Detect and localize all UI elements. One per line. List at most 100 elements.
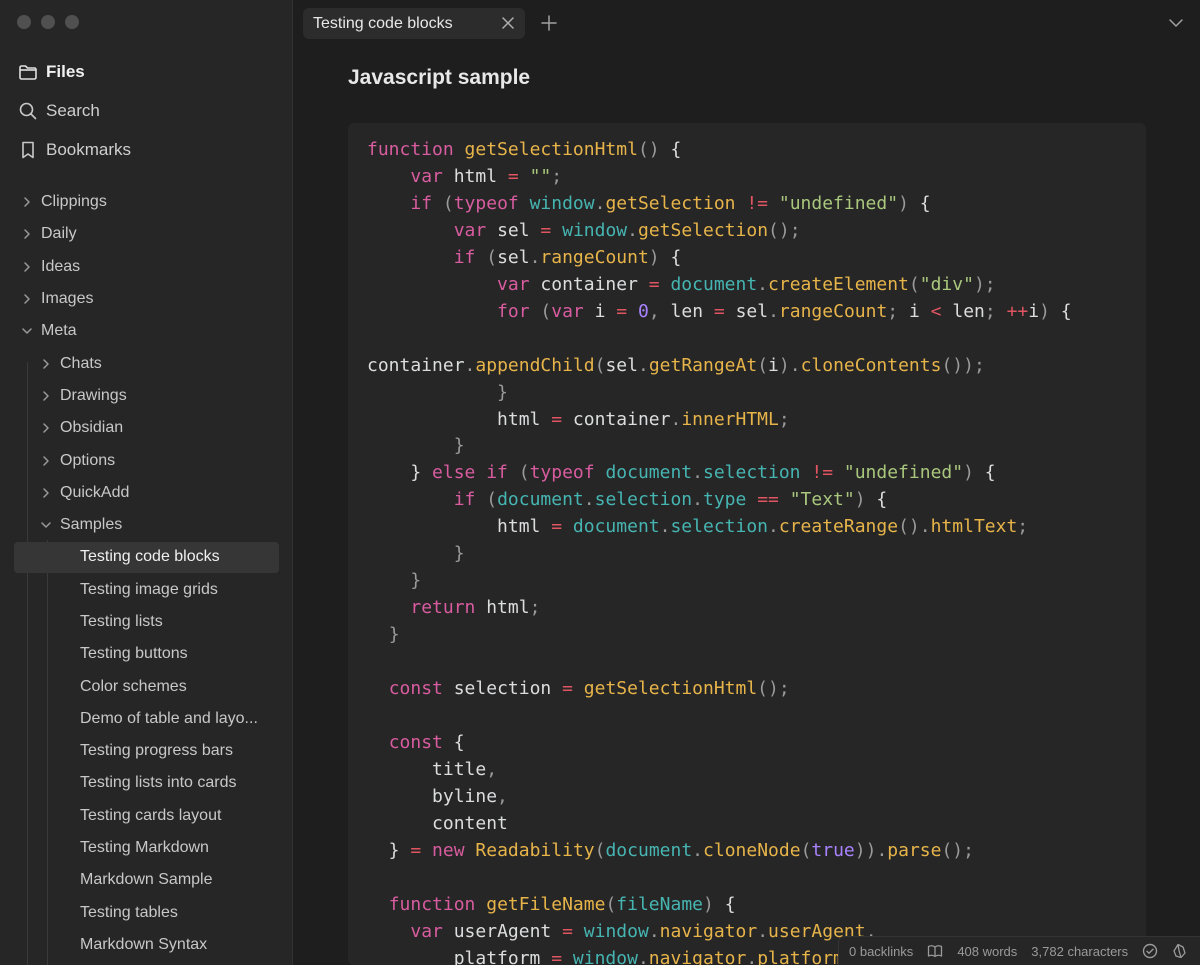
code-token: document [605,839,693,861]
tree-folder-daily[interactable]: Daily [0,218,292,250]
code-token: . [692,489,703,511]
chevron-right-icon [38,420,54,436]
tree-file-testing-markdown[interactable]: Testing Markdown [0,832,292,864]
obsidian-logo-icon[interactable] [1172,943,1188,959]
tree-folder-drawings[interactable]: Drawings [0,380,292,412]
code-token: function [388,893,487,915]
chevron-right-icon [38,485,54,501]
tree-folder-meta[interactable]: Meta [0,315,292,347]
code-token: createElement [768,273,909,295]
code-token: for [497,300,541,322]
status-bar: 0 backlinks 408 words 3,782 characters [838,936,1200,965]
nav-files[interactable]: Files [0,52,292,91]
tree-file-markdown-sample[interactable]: Markdown Sample [0,864,292,896]
code-token: container [572,408,671,430]
code-token: . [768,300,779,322]
code-token: sel [497,219,541,241]
code-token: } [367,839,411,861]
code-line: function getFileName(fileName) { [367,892,1072,919]
tree-file-testing-lists-into-cards[interactable]: Testing lists into cards [0,767,292,799]
tree-item-label: Meta [41,322,77,340]
code-token: cloneNode [703,839,801,861]
code-token: . [659,516,671,538]
tree-item-label: Clippings [41,193,107,211]
code-token: Readability [475,839,595,861]
code-token: if [453,489,487,511]
code-token: document [572,516,660,538]
code-token: ( [486,246,498,268]
sync-check-icon[interactable] [1142,943,1158,959]
tree-file-testing-progress-bars[interactable]: Testing progress bars [0,735,292,767]
tree-file-testing-image-grids[interactable]: Testing image grids [0,574,292,606]
code-token: ( [757,354,769,376]
tree-file-demo-of-table-and-layo[interactable]: Demo of table and layo... [0,703,292,735]
code-token: { [670,139,682,160]
code-token: parse [887,839,942,861]
code-token: i [594,300,617,322]
chevron-down-icon[interactable] [1168,16,1184,30]
tree-folder-quickadd[interactable]: QuickAdd [0,477,292,509]
code-token: function [367,139,465,160]
tree-folder-images[interactable]: Images [0,283,292,315]
code-token: ; [984,300,1007,322]
code-line: html = document.selection.createRange().… [367,514,1072,541]
tree-folder-samples[interactable]: Samples [0,509,292,541]
code-token: title [367,758,487,780]
tree-item-label: Testing lists into cards [80,774,237,792]
close-window-button[interactable] [17,15,31,29]
close-icon[interactable] [501,16,515,30]
nav-files-label: Files [46,61,85,81]
code-token: getSelection [637,219,769,241]
tree-file-testing-code-blocks[interactable]: Testing code blocks [0,541,292,573]
code-token: userAgent [453,920,563,942]
code-token: innerHTML [681,408,779,430]
code-token: getRangeAt [648,354,758,376]
code-token: navigator [648,947,747,965]
code-token: window [572,947,638,965]
code-block[interactable]: function getSelectionHtml() { var html =… [348,123,1146,965]
code-token: htmlText [930,516,1018,538]
tab-testing-code-blocks[interactable]: Testing code blocks [303,8,525,39]
code-token: return [410,597,487,619]
reading-view-icon[interactable] [927,943,943,959]
tree-file-testing-buttons[interactable]: Testing buttons [0,638,292,670]
nav-search[interactable]: Search [0,91,292,130]
tree-file-color-schemes[interactable]: Color schemes [0,670,292,702]
code-token: ) [648,246,671,268]
maximize-window-button[interactable] [65,15,79,29]
tree-folder-ideas[interactable]: Ideas [0,251,292,283]
code-token: { [876,489,888,511]
tree-folder-chats[interactable]: Chats [0,347,292,379]
tree-file-markdown-syntax[interactable]: Markdown Syntax [0,929,292,961]
tree-item-label: Testing progress bars [80,742,233,760]
code-token: = [616,300,638,322]
nav-bookmarks[interactable]: Bookmarks [0,130,292,169]
tree-folder-options[interactable]: Options [0,444,292,476]
tree-folder-obsidian[interactable]: Obsidian [0,412,292,444]
character-count: 3,782 characters [1031,943,1129,959]
backlinks-count[interactable]: 0 backlinks [849,944,913,959]
minimize-window-button[interactable] [41,15,55,29]
tree-file-testing-lists[interactable]: Testing lists [0,606,292,638]
code-token: = [540,219,563,241]
plus-icon[interactable] [540,14,558,32]
code-line: const selection = getSelectionHtml(); [367,676,1072,703]
tree-file-testing-tables[interactable]: Testing tables [0,897,292,929]
code-token: . [583,489,595,511]
tree-file-testing-cards-layout[interactable]: Testing cards layout [0,800,292,832]
code-token: { [1060,300,1072,322]
code-token: rangeCount [540,246,649,268]
code-token: document [497,489,584,511]
code-token: ) [963,462,985,484]
tree-item-label: Testing image grids [80,580,218,598]
code-token: } [367,462,433,484]
tree-folder-clippings[interactable]: Clippings [0,186,292,218]
code-token: getSelectionHtml [464,139,638,160]
code-token: = [562,920,584,942]
code-token: window [562,219,628,241]
